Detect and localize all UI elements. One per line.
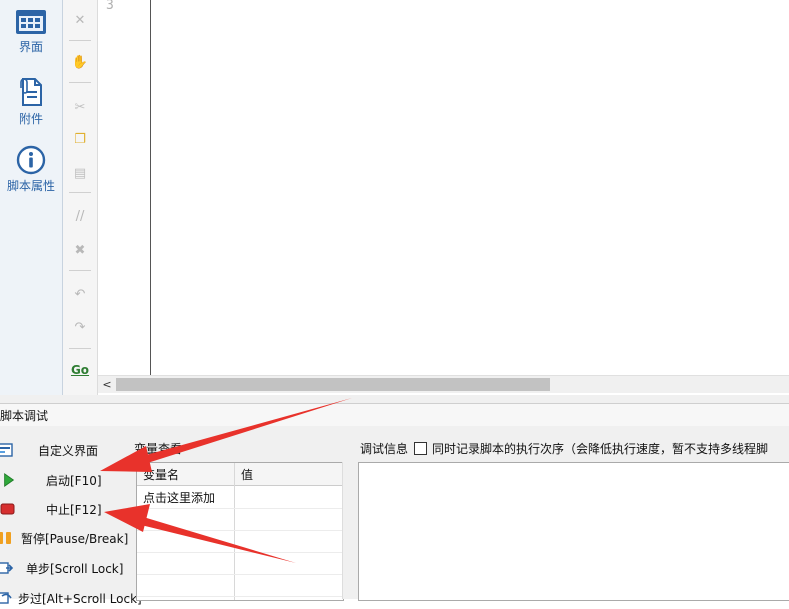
close-icon[interactable]: ✕ [68, 9, 92, 31]
sidebar-item-label: 界面 [18, 40, 43, 54]
stop-button[interactable]: 中止[F12] [0, 498, 102, 520]
pause-icon [0, 532, 11, 544]
scrollbar-thumb[interactable] [116, 378, 550, 391]
paste-icon[interactable]: ▤ [68, 162, 92, 184]
variables-scrollbar[interactable] [342, 462, 353, 599]
custom-ui-icon [0, 443, 13, 457]
uncomment-icon[interactable]: ✖ [68, 239, 92, 261]
copy-icon[interactable]: ❐ [68, 128, 92, 150]
step-icon [0, 562, 14, 574]
code-editor[interactable] [151, 0, 789, 375]
go-button[interactable]: Go [67, 359, 93, 381]
horizontal-scrollbar[interactable]: < [98, 375, 789, 393]
sidebar-item-script-properties[interactable]: 脚本属性 [0, 145, 62, 194]
sidebar-item-attachment[interactable]: 附件 [0, 76, 62, 127]
record-order-checkbox[interactable] [414, 442, 428, 455]
debug-panel-header: 脚本调试 [0, 403, 789, 427]
line-number: 3 [106, 0, 114, 13]
variables-title: 变量查看 [134, 442, 183, 456]
sidebar-item-label: 附件 [18, 112, 43, 126]
control-label: 步过[Alt+Scroll Lock] [18, 591, 142, 606]
control-label: 自定义界面 [38, 443, 99, 458]
record-order-label: 同时记录脚本的执行次序（会降低执行速度，暂不支持多线程脚 [432, 442, 769, 456]
step-over-button[interactable]: 步过[Alt+Scroll Lock] [0, 587, 142, 609]
line-number-gutter: 3 [98, 0, 151, 375]
control-label: 启动[F10] [46, 473, 102, 488]
debug-info-title: 调试信息 [360, 442, 409, 456]
stop-icon [0, 503, 15, 515]
step-button[interactable]: 单步[Scroll Lock] [0, 557, 123, 579]
sidebar-item-label: 脚本属性 [6, 179, 55, 193]
attachment-document-icon [20, 78, 42, 106]
sidebar-item-interface[interactable]: 界面 [0, 8, 62, 55]
variables-table[interactable]: 变量名 值 点击这里添加 [136, 462, 344, 601]
debug-info-header: 调试信息 同时记录脚本的执行次序（会降低执行速度，暂不支持多线程脚 [360, 440, 768, 457]
hand-icon[interactable]: ✋ [68, 51, 92, 73]
grid-window-icon [16, 10, 46, 34]
pause-button[interactable]: 暂停[Pause/Break] [0, 527, 128, 549]
column-header-name[interactable]: 变量名 [143, 466, 179, 483]
play-icon [4, 473, 15, 487]
comment-icon[interactable]: // [68, 205, 92, 227]
custom-ui-button[interactable]: 自定义界面 [0, 439, 98, 461]
redo-icon[interactable]: ↷ [68, 316, 92, 338]
control-label: 单步[Scroll Lock] [26, 561, 124, 576]
left-sidebar: 界面 附件 脚本属性 [0, 0, 63, 395]
undo-icon[interactable]: ↶ [68, 283, 92, 305]
control-label: 中止[F12] [46, 502, 102, 517]
step-over-icon [0, 592, 12, 604]
add-variable-row[interactable]: 点击这里添加 [143, 489, 215, 506]
panel-title: 脚本调试 [0, 409, 49, 423]
variables-header: 变量名 值 [137, 463, 343, 486]
control-label: 暂停[Pause/Break] [21, 531, 129, 546]
info-icon [16, 145, 46, 175]
editor-toolbar: ✕ ✋ ✂ ❐ ▤ // ✖ ↶ ↷ Go [63, 0, 98, 395]
panel-splitter[interactable] [0, 395, 789, 403]
cut-icon[interactable]: ✂ [68, 96, 92, 118]
scroll-left-icon[interactable]: < [100, 376, 114, 393]
column-header-value[interactable]: 值 [241, 466, 253, 483]
start-button[interactable]: 启动[F10] [2, 469, 102, 491]
debug-output[interactable] [358, 462, 789, 601]
